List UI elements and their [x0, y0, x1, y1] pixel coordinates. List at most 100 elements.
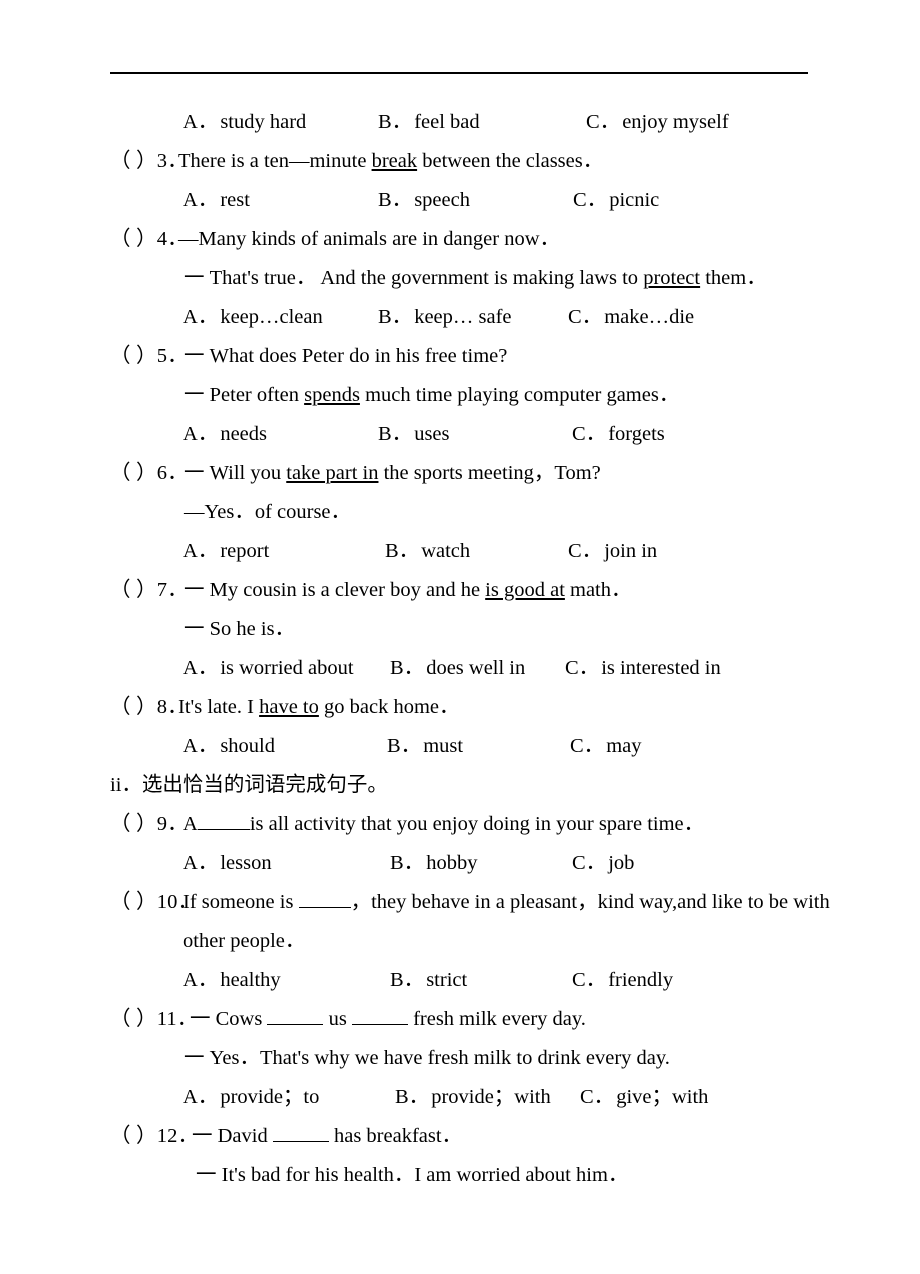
option-text: needs: [220, 423, 267, 445]
option-c[interactable]: C．give；with: [580, 1079, 708, 1109]
question-stem-q6: 一 Will you take part in the sports meeti…: [184, 455, 601, 485]
stem-post: is all activity that you enjoy doing in …: [249, 813, 705, 835]
option-label: B．: [378, 111, 413, 133]
option-b[interactable]: B．uses: [378, 416, 450, 446]
option-label: C．: [573, 189, 608, 211]
option-text: does well in: [426, 657, 526, 679]
option-text: is interested in: [601, 657, 721, 679]
question-stem-q8: It's late. I have to go back home．: [178, 689, 460, 719]
option-a[interactable]: A．rest: [183, 182, 250, 212]
question-reply-q6: —Yes．of course．: [184, 501, 352, 523]
question-stem-q5: 一 What does Peter do in his free time?: [184, 345, 508, 367]
option-b[interactable]: B．keep… safe: [378, 299, 512, 329]
option-c[interactable]: C．picnic: [573, 182, 659, 212]
option-a[interactable]: A．report: [183, 533, 269, 563]
option-c[interactable]: C．join in: [568, 533, 657, 563]
stem-pre: A: [183, 813, 198, 835]
stem-post: go back home．: [318, 696, 460, 718]
option-c[interactable]: C．is interested in: [565, 650, 721, 680]
option-text: report: [220, 540, 270, 562]
bracket-glyph: （ ）: [110, 228, 157, 250]
stem-pre: 一 David: [192, 1125, 273, 1147]
option-text: rest: [220, 189, 250, 211]
option-a[interactable]: A．needs: [183, 416, 267, 446]
option-label: C．: [572, 423, 607, 445]
option-c[interactable]: C．friendly: [572, 962, 673, 992]
fill-in-blank[interactable]: [272, 1141, 329, 1142]
question-stem-q3: There is a ten—minute break between the …: [178, 143, 603, 173]
fill-in-blank-2[interactable]: [351, 1024, 408, 1025]
option-b[interactable]: B．does well in: [390, 650, 525, 680]
option-text: join in: [604, 540, 658, 562]
option-b[interactable]: B．feel bad: [378, 104, 480, 134]
option-label: C．: [570, 735, 605, 757]
question-stem-q4: —Many kinds of animals are in danger now…: [178, 228, 561, 250]
option-a[interactable]: A．should: [183, 728, 275, 758]
reply-post: them．: [700, 267, 767, 289]
question-reply-q11: 一 Yes．That's why we have fresh milk to d…: [184, 1047, 670, 1069]
option-label: B．: [378, 306, 413, 328]
stem-mid: us: [323, 1008, 352, 1030]
option-b[interactable]: B．speech: [378, 182, 470, 212]
question-stem-q11: 一 Cows us fresh milk every day.: [190, 1001, 586, 1031]
answer-bracket-q5[interactable]: （ ）5．: [110, 338, 188, 368]
answer-bracket-q9[interactable]: （ ）9．: [110, 806, 188, 836]
option-label: C．: [568, 540, 603, 562]
option-label: C．: [568, 306, 603, 328]
answer-bracket-q3[interactable]: （ ）3．: [110, 143, 188, 173]
option-text: picnic: [609, 189, 660, 211]
stem-pre: 一 Cows: [190, 1008, 268, 1030]
answer-bracket-q7[interactable]: （ ）7．: [110, 572, 188, 602]
option-c[interactable]: C．forgets: [572, 416, 665, 446]
question-stem-q9: Ais all activity that you enjoy doing in…: [183, 806, 704, 836]
option-label: A．: [183, 1086, 219, 1108]
option-a[interactable]: A．provide；to: [183, 1079, 319, 1109]
section-heading: ii．选出恰当的词语完成句子。: [110, 774, 388, 796]
option-label: C．: [572, 852, 607, 874]
option-text: should: [220, 735, 275, 757]
option-b[interactable]: B．watch: [385, 533, 470, 563]
option-label: B．: [385, 540, 420, 562]
answer-bracket-q11[interactable]: （ ）11．: [110, 1001, 198, 1031]
option-text: feel bad: [414, 111, 480, 133]
answer-bracket-q6[interactable]: （ ）6．: [110, 455, 188, 485]
option-text: provide；with: [431, 1086, 551, 1108]
option-a[interactable]: A．healthy: [183, 962, 281, 992]
question-reply-q5: 一 Peter often spends much time playing c…: [184, 377, 679, 407]
stem-pre: 一 My cousin is a clever boy and he: [184, 579, 486, 601]
option-c[interactable]: C．make…die: [568, 299, 694, 329]
reply-post: much time playing computer games．: [359, 384, 680, 406]
stem-pre: There is a ten—minute: [178, 150, 372, 172]
bracket-glyph: （ ）: [110, 579, 157, 601]
option-a[interactable]: A．is worried about: [183, 650, 354, 680]
answer-bracket-q8[interactable]: （ ）8．: [110, 689, 188, 719]
option-c[interactable]: C．enjoy myself: [586, 104, 729, 134]
option-b[interactable]: B．provide；with: [395, 1079, 551, 1109]
option-b[interactable]: B．strict: [390, 962, 467, 992]
answer-bracket-q4[interactable]: （ ）4．: [110, 221, 188, 251]
option-c[interactable]: C．may: [570, 728, 641, 758]
option-a[interactable]: A．study hard: [183, 104, 306, 134]
option-label: A．: [183, 735, 219, 757]
question-stem-q12: 一 David has breakfast．: [192, 1118, 462, 1148]
option-label: A．: [183, 111, 219, 133]
option-label: B．: [390, 657, 425, 679]
option-b[interactable]: B．hobby: [390, 845, 477, 875]
option-a[interactable]: A．keep…clean: [183, 299, 323, 329]
bracket-glyph: （ ）: [110, 696, 157, 718]
answer-bracket-q12[interactable]: （ ）12．: [110, 1118, 198, 1148]
option-text: may: [606, 735, 642, 757]
option-text: provide；to: [220, 1086, 320, 1108]
bracket-glyph: （ ）: [110, 891, 157, 913]
reply-underlined-word: protect: [643, 267, 701, 289]
option-c[interactable]: C．job: [572, 845, 634, 875]
fill-in-blank-1[interactable]: [267, 1024, 324, 1025]
option-a[interactable]: A．lesson: [183, 845, 272, 875]
option-label: A．: [183, 540, 219, 562]
fill-in-blank[interactable]: [197, 829, 250, 830]
option-text: keep… safe: [414, 306, 512, 328]
option-b[interactable]: B．must: [387, 728, 463, 758]
fill-in-blank[interactable]: [298, 907, 351, 908]
stem-post: has breakfast．: [328, 1125, 463, 1147]
option-text: study hard: [220, 111, 307, 133]
